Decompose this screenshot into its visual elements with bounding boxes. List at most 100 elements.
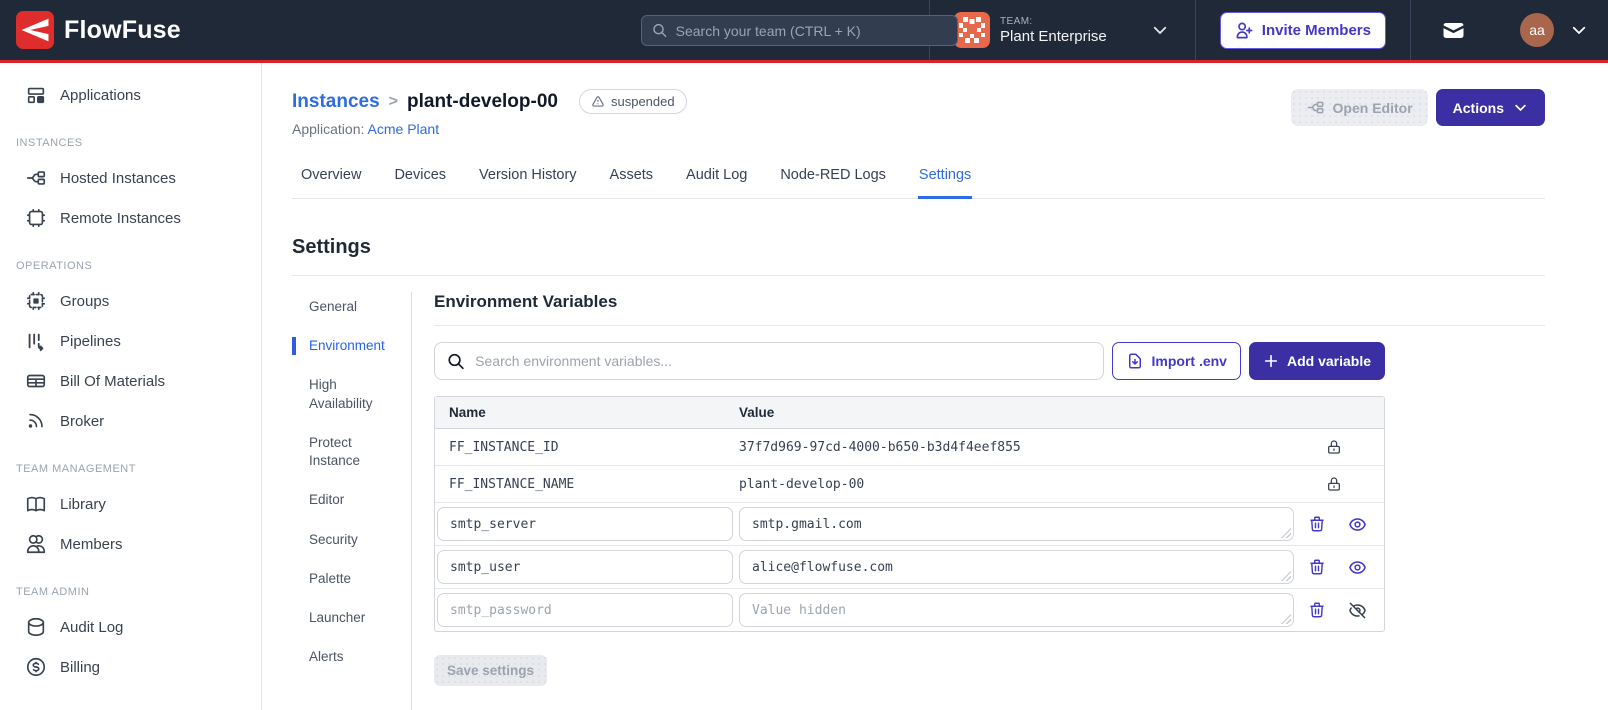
tab-version-history[interactable]: Version History bbox=[478, 161, 578, 198]
panel-title: Environment Variables bbox=[434, 292, 1545, 326]
subnav-launcher[interactable]: Launcher bbox=[292, 609, 396, 627]
sidebar-item-audit-log[interactable]: Audit Log bbox=[0, 607, 261, 647]
team-selector[interactable]: TEAM: Plant Enterprise bbox=[930, 0, 1121, 60]
settings-divider bbox=[292, 275, 1545, 276]
bill-of-materials-icon bbox=[26, 374, 46, 388]
env-search[interactable] bbox=[434, 342, 1104, 380]
lock-icon bbox=[1326, 439, 1342, 455]
team-search-input[interactable] bbox=[675, 22, 947, 39]
sidebar-item-members[interactable]: Members bbox=[0, 524, 261, 564]
env-search-input[interactable] bbox=[475, 353, 1091, 369]
tab-node-red-logs[interactable]: Node-RED Logs bbox=[779, 161, 887, 198]
add-variable-button[interactable]: Add variable bbox=[1248, 342, 1385, 380]
env-var-value-input[interactable] bbox=[740, 559, 1293, 575]
sidebar-item-hosted-instances[interactable]: Hosted Instances bbox=[0, 158, 261, 198]
trash-icon bbox=[1310, 602, 1324, 618]
user-chevron-down-icon[interactable] bbox=[1570, 21, 1588, 39]
subnav-palette[interactable]: Palette bbox=[292, 570, 396, 588]
user-menu[interactable]: aa bbox=[1496, 0, 1608, 60]
tab-audit-log[interactable]: Audit Log bbox=[685, 161, 748, 198]
sidebar-item-label: Applications bbox=[60, 86, 141, 104]
env-var-value-input[interactable] bbox=[740, 516, 1293, 532]
document-download-icon bbox=[1128, 353, 1141, 369]
navbar-right: TEAM: Plant Enterprise Invite Members aa bbox=[929, 0, 1608, 60]
settings-title: Settings bbox=[292, 236, 371, 258]
open-editor-button[interactable]: Open Editor bbox=[1290, 89, 1428, 126]
status-badge-label: suspended bbox=[610, 94, 675, 109]
sidebar-item-groups[interactable]: Groups bbox=[0, 281, 261, 321]
actions-button[interactable]: Actions bbox=[1435, 89, 1545, 126]
subnav-general[interactable]: General bbox=[292, 298, 396, 316]
brand-name: FlowFuse bbox=[64, 15, 181, 44]
tab-overview[interactable]: Overview bbox=[300, 161, 362, 198]
sidebar-item-remote-instances[interactable]: Remote Instances bbox=[0, 198, 261, 238]
table-row: FF_INSTANCE_ID 37f7d969-97cd-4000-b650-b… bbox=[435, 429, 1384, 466]
env-var-value-field[interactable] bbox=[739, 550, 1294, 584]
open-editor-label: Open Editor bbox=[1332, 99, 1413, 116]
env-var-value-field[interactable] bbox=[739, 507, 1294, 541]
save-settings-button[interactable]: Save settings bbox=[434, 655, 548, 686]
team-chevron-down-icon[interactable] bbox=[1121, 21, 1195, 39]
subnav-high-availability[interactable]: High Availability bbox=[292, 376, 396, 412]
search-icon bbox=[653, 23, 667, 38]
team-search[interactable] bbox=[641, 15, 958, 46]
tab-assets[interactable]: Assets bbox=[609, 161, 655, 198]
eye-icon bbox=[1349, 517, 1366, 531]
sidebar-item-broker[interactable]: Broker bbox=[0, 401, 261, 441]
notifications-mail-icon[interactable] bbox=[1411, 0, 1496, 60]
sidebar-section-team-admin: TEAM ADMIN bbox=[16, 586, 90, 598]
env-var-name-input[interactable] bbox=[437, 593, 733, 627]
subnav-protect-instance[interactable]: Protect Instance bbox=[292, 434, 396, 470]
sidebar-section-operations: OPERATIONS bbox=[16, 260, 93, 272]
sidebar-item-label: Hosted Instances bbox=[60, 169, 176, 187]
env-var-name-input[interactable] bbox=[437, 550, 733, 584]
user-avatar[interactable]: aa bbox=[1520, 13, 1554, 47]
sidebar-item-applications[interactable]: Applications bbox=[0, 75, 261, 115]
invite-members-button[interactable]: Invite Members bbox=[1219, 11, 1386, 49]
tab-settings[interactable]: Settings bbox=[917, 161, 973, 199]
delete-variable-button[interactable] bbox=[1308, 515, 1326, 533]
application-link[interactable]: Acme Plant bbox=[368, 121, 440, 137]
import-env-label: Import .env bbox=[1151, 353, 1227, 369]
breadcrumb-current: plant-develop-00 bbox=[407, 90, 558, 112]
subnav-alerts[interactable]: Alerts bbox=[292, 648, 396, 666]
delete-variable-button[interactable] bbox=[1308, 558, 1326, 576]
application-label: Application: bbox=[292, 121, 365, 137]
env-var-name: FF_INSTANCE_NAME bbox=[449, 476, 575, 492]
subnav-security[interactable]: Security bbox=[292, 531, 396, 549]
applications-icon bbox=[27, 87, 45, 104]
flowfuse-logo-icon bbox=[16, 11, 54, 49]
sidebar: Applications INSTANCES Hosted Instances … bbox=[0, 63, 262, 710]
sidebar-item-pipelines[interactable]: Pipelines bbox=[0, 321, 261, 361]
main-content: Instances > plant-develop-00 suspended A… bbox=[262, 63, 1608, 710]
delete-variable-button[interactable] bbox=[1308, 601, 1326, 619]
sidebar-item-library[interactable]: Library bbox=[0, 484, 261, 524]
import-env-button[interactable]: Import .env bbox=[1111, 342, 1241, 380]
subnav-editor[interactable]: Editor bbox=[292, 491, 396, 509]
env-var-value-field[interactable] bbox=[739, 593, 1294, 627]
show-value-button[interactable] bbox=[1348, 515, 1367, 534]
hide-value-button[interactable] bbox=[1348, 601, 1367, 620]
table-row: FF_INSTANCE_NAME plant-develop-00 bbox=[435, 466, 1384, 503]
sidebar-item-label: Remote Instances bbox=[60, 209, 181, 227]
env-var-value: plant-develop-00 bbox=[739, 476, 865, 492]
breadcrumb-instances-link[interactable]: Instances bbox=[292, 91, 380, 113]
sidebar-item-billing[interactable]: Billing bbox=[0, 647, 261, 687]
sidebar-item-label: Groups bbox=[60, 292, 110, 310]
sidebar-item-bill-of-materials[interactable]: Bill Of Materials bbox=[0, 361, 261, 401]
members-icon bbox=[26, 534, 46, 554]
column-header-name: Name bbox=[449, 405, 486, 420]
eye-off-icon bbox=[1349, 602, 1366, 618]
flowfuse-logo[interactable]: FlowFuse bbox=[0, 11, 181, 49]
show-value-button[interactable] bbox=[1348, 558, 1367, 577]
team-name: Plant Enterprise bbox=[1000, 27, 1107, 45]
tab-devices[interactable]: Devices bbox=[393, 161, 447, 198]
env-var-name-input[interactable] bbox=[437, 507, 733, 541]
breadcrumb-separator: > bbox=[388, 92, 398, 110]
table-header: Name Value bbox=[435, 397, 1384, 429]
invite-members-label: Invite Members bbox=[1261, 21, 1371, 39]
sidebar-item-label: Bill Of Materials bbox=[60, 372, 166, 390]
env-var-value-input[interactable] bbox=[740, 602, 1293, 618]
subnav-environment[interactable]: Environment bbox=[292, 337, 396, 356]
env-var-name: FF_INSTANCE_ID bbox=[449, 439, 559, 455]
